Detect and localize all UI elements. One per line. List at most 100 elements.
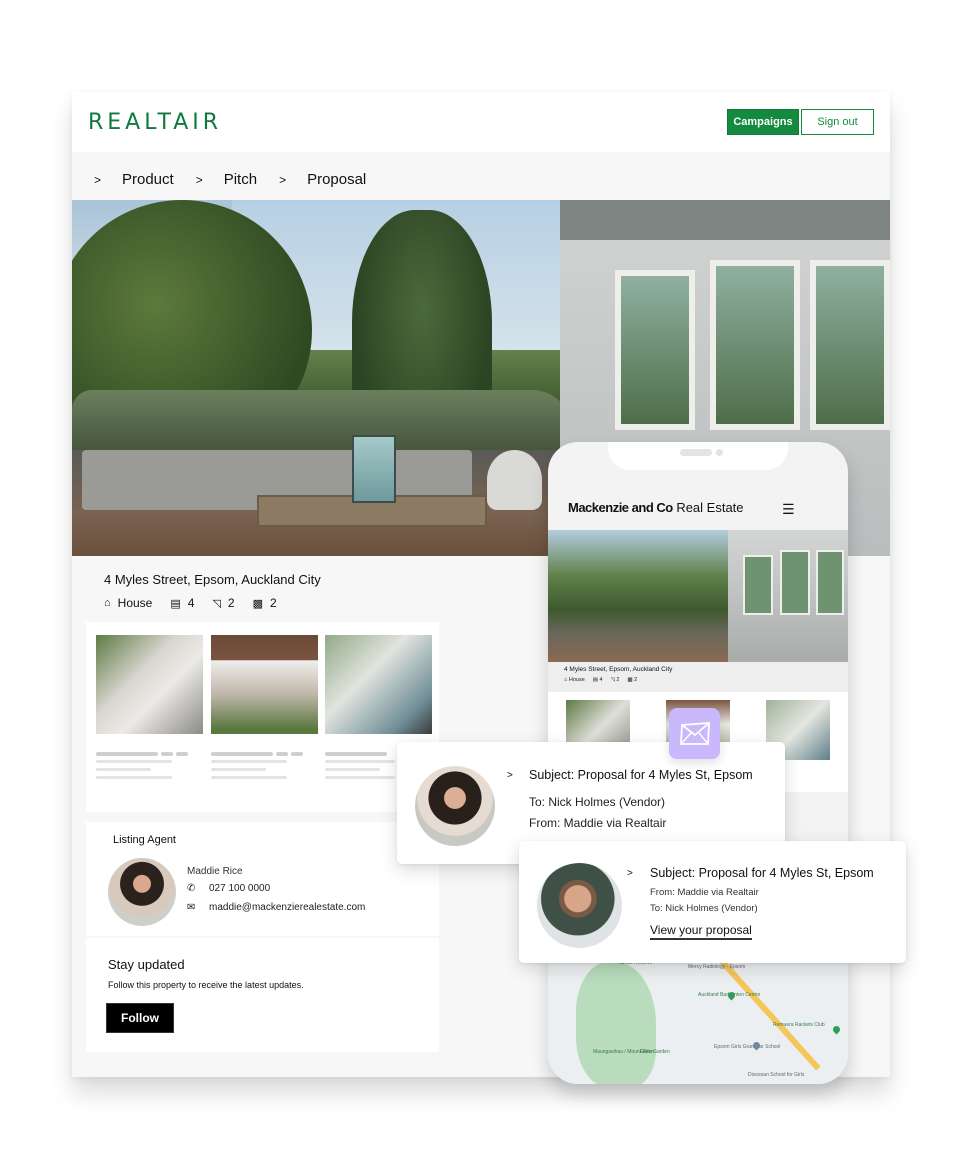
phone-feature-bedrooms: ▤ 4 — [593, 677, 603, 683]
recipient-avatar — [537, 863, 622, 948]
map-pin-icon[interactable] — [831, 1024, 842, 1035]
email-notification-card[interactable]: > Subject: Proposal for 4 Myles St, Epso… — [519, 841, 906, 963]
email-from: From: Maddie via Realtair — [529, 816, 667, 830]
hamburger-menu-icon[interactable]: ☰ — [782, 501, 795, 518]
phone-camera — [716, 449, 723, 456]
feature-type: ⌂ House — [104, 596, 152, 610]
campaigns-button[interactable]: Campaigns — [727, 109, 799, 135]
phone-property-address: 4 Myles Street, Epsom, Auckland City — [564, 666, 673, 673]
map-label-rackets: Remuera Rackets Club — [773, 1022, 825, 1028]
map-label-garden: Eden Garden — [640, 1049, 670, 1055]
map-label-radiology: Mercy Radiology - Epsom — [688, 964, 746, 970]
breadcrumb-product[interactable]: Product — [122, 171, 174, 188]
stay-updated-card: Stay updated Follow this property to rec… — [86, 938, 439, 1052]
phone-feature-type: ⌂ House — [564, 677, 585, 683]
realtair-logo[interactable]: REALTAIR — [88, 110, 222, 135]
map-park-area — [576, 962, 656, 1084]
skeleton-line — [211, 752, 273, 756]
feature-bedrooms: ▤ 4 — [170, 596, 194, 610]
agency-brand-bold: Mackenzie and Co — [568, 500, 673, 515]
breadcrumb-pitch[interactable]: Pitch — [224, 171, 257, 188]
email-subject: Subject: Proposal for 4 Myles St, Epsom — [529, 768, 753, 782]
phone-feature-type-value: House — [568, 677, 585, 683]
agent-phone-value: 027 100 0000 — [209, 883, 271, 894]
phone-feature-bedrooms-value: 4 — [599, 677, 603, 683]
agency-brand: Mackenzie and Co Real Estate — [568, 500, 744, 515]
skeleton-line — [96, 760, 172, 763]
chevron-right-icon: > — [507, 770, 513, 781]
bed-icon: ▤ — [592, 677, 598, 683]
map-label-diocesan: Diocesan School for Girls — [748, 1072, 805, 1078]
agent-avatar — [108, 858, 176, 926]
location-map[interactable]: Tahaki Reserve Maungawhau / Mount Eden E… — [548, 954, 848, 1084]
sender-avatar — [415, 766, 495, 846]
sign-out-button[interactable]: Sign out — [801, 109, 874, 135]
skeleton-line — [211, 760, 287, 763]
skeleton-line — [211, 776, 287, 779]
gallery-thumbnail[interactable] — [96, 635, 203, 734]
stay-updated-description: Follow this property to receive the late… — [108, 980, 304, 990]
email-from: From: Maddie via Realtair — [650, 887, 759, 898]
email-to: To: Nick Holmes (Vendor) — [650, 903, 758, 914]
email-subject: Subject: Proposal for 4 Myles St, Epsom — [650, 866, 874, 880]
view-proposal-link[interactable]: View your proposal — [650, 923, 752, 940]
breadcrumb-separator: > — [279, 172, 287, 187]
phone-hero-window — [743, 555, 773, 615]
hero-chair — [487, 450, 542, 510]
agent-phone[interactable]: ✆ 027 100 0000 — [187, 883, 270, 894]
follow-button[interactable]: Follow — [106, 1003, 174, 1033]
phone-feature-parking-value: 2 — [634, 677, 638, 683]
phone-icon: ✆ — [187, 883, 196, 894]
breadcrumb: > Product > Pitch > Proposal — [94, 171, 388, 188]
listing-agent-title: Listing Agent — [113, 834, 176, 846]
phone-feature-parking: ▩ 2 — [627, 677, 637, 683]
skeleton-line — [96, 768, 151, 771]
skeleton-line — [325, 760, 395, 763]
feature-parking-value: 2 — [270, 596, 277, 610]
agent-email[interactable]: ✉ maddie@mackenzierealestate.com — [187, 902, 365, 913]
top-navigation-bar: REALTAIR Campaigns Sign out — [72, 92, 890, 152]
phone-feature-bathrooms: ◹ 2 — [611, 677, 620, 683]
chevron-right-icon: > — [627, 868, 633, 879]
breadcrumb-proposal[interactable]: Proposal — [307, 171, 366, 188]
bath-icon: ◹ — [212, 597, 221, 610]
skeleton-line — [291, 752, 303, 756]
car-icon: ▩ — [627, 677, 633, 683]
gallery-thumbnail[interactable] — [211, 635, 318, 734]
skeleton-line — [161, 752, 173, 756]
phone-notch — [608, 442, 788, 470]
map-motorway — [715, 954, 821, 1071]
skeleton-line — [211, 768, 266, 771]
home-icon: ⌂ — [104, 597, 111, 609]
hero-window — [810, 260, 890, 430]
phone-property-features: ⌂ House ▤ 4 ◹ 2 ▩ 2 — [564, 677, 637, 683]
agency-brand-regular: Real Estate — [672, 500, 744, 515]
hero-lantern — [352, 435, 396, 503]
phone-feature-bathrooms-value: 2 — [616, 677, 620, 683]
skeleton-line — [276, 752, 288, 756]
phone-hero-window — [816, 550, 844, 615]
phone-hero-house — [728, 530, 848, 662]
hero-window — [710, 260, 800, 430]
feature-bedrooms-value: 4 — [187, 596, 195, 610]
stay-updated-title: Stay updated — [108, 957, 185, 972]
listing-agent-card: Listing Agent Maddie Rice ✆ 027 100 0000… — [86, 822, 439, 936]
car-icon: ▩ — [252, 597, 263, 610]
hero-window — [615, 270, 695, 430]
agent-email-value: maddie@mackenzierealestate.com — [209, 902, 366, 913]
envelope-icon-tile — [669, 708, 720, 759]
feature-type-value: House — [117, 596, 153, 610]
hero-hedge — [72, 390, 572, 450]
skeleton-line — [96, 752, 158, 756]
breadcrumb-separator: > — [195, 172, 203, 187]
envelope-icon — [679, 721, 710, 745]
feature-bathrooms-value: 2 — [227, 596, 235, 610]
gallery-thumbnail[interactable] — [325, 635, 432, 734]
skeleton-line — [325, 776, 395, 779]
phone-hero-window — [780, 550, 810, 615]
phone-hero-image — [548, 530, 848, 662]
feature-bathrooms: ◹ 2 — [212, 596, 234, 610]
home-icon: ⌂ — [564, 677, 568, 683]
property-gallery-card — [86, 622, 439, 812]
breadcrumb-separator: > — [94, 172, 102, 187]
